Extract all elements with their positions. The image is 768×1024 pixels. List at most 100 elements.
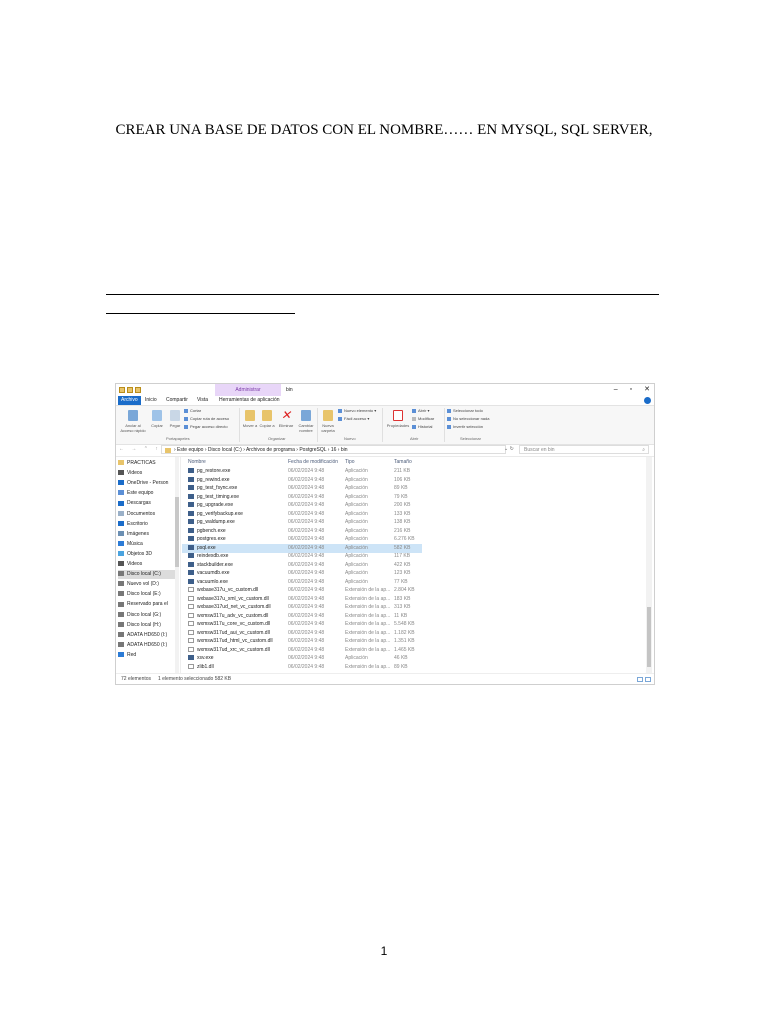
easy-access-button[interactable]: Fácil acceso ▾ [338,415,369,423]
minimize-button[interactable]: – [614,386,618,393]
underline-rule-long [106,294,659,295]
navigation-scrollbar[interactable] [175,457,179,673]
contextual-tab-manage[interactable]: Administrar [215,384,281,396]
file-list: Nombre Fecha de modificación Tipo Tamaño… [182,457,644,673]
sidebar-item[interactable]: Escritorio [118,520,176,529]
large-icons-view-icon[interactable] [645,677,651,682]
copy-to-icon [262,410,272,421]
edit-button[interactable]: Modificar [412,415,434,423]
delete-button[interactable]: ✕ Eliminar [277,409,295,428]
sidebar-item-label: Reservado para el [127,601,168,608]
column-header-name[interactable]: Nombre [188,458,206,466]
dll-file-icon [188,663,194,669]
application-icon [188,536,194,542]
paste-icon [170,410,180,421]
sidebar-item[interactable]: Este equipo [118,489,176,498]
rename-icon [301,410,311,421]
details-view-icon[interactable] [637,677,643,682]
sidebar-item[interactable]: Videos [118,469,176,478]
application-icon [188,468,194,474]
paste-button[interactable]: Pegar [167,410,183,428]
tab-share[interactable]: Compartir [163,396,191,405]
properties-button[interactable]: Propiedades [385,410,411,428]
sidebar-item[interactable]: Nuevo vol (D:) [118,580,176,589]
tab-file[interactable]: Archivo [118,396,141,405]
file-name-text: psql.exe [197,544,216,551]
file-name-text: zlib1.dll [197,663,214,670]
maximize-button[interactable]: ▫ [630,386,632,393]
ribbon-tabs: Archivo Inicio Compartir Vista Herramien… [116,396,654,405]
sidebar-item[interactable]: ADATA HD650 (I:) [118,641,176,650]
copy-to-button[interactable]: Copiar a [259,410,275,428]
cut-button[interactable]: Cortar [184,407,201,415]
document-heading: CREAR UNA BASE DE DATOS CON EL NOMBRE…… … [115,122,653,138]
sidebar-item[interactable]: Imágenes [118,530,176,539]
move-to-button[interactable]: Mover a [242,410,258,428]
sidebar-item[interactable]: Red [118,651,176,660]
column-header-type[interactable]: Tipo [345,458,355,466]
file-name-text: pgbench.exe [197,527,226,534]
sidebar-item-icon [118,490,124,496]
sidebar-item[interactable]: Descargas [118,499,176,508]
file-name-text: pg_test_timing.exe [197,493,239,500]
file-name-text: pg_test_fsync.exe [197,485,238,491]
file-name-text: wxmsw317ud_xrc_vc_custom.dll [197,646,270,653]
select-all-button[interactable]: Seleccionar todo [447,407,483,415]
close-button[interactable]: ✕ [644,386,650,393]
column-header-size[interactable]: Tamaño [394,458,412,466]
window-title: bin [286,387,293,393]
sidebar-item[interactable]: Reservado para el [118,600,176,609]
sidebar-item-label: Red [127,651,137,658]
sidebar-item[interactable]: Disco local (G:) [118,611,176,620]
sidebar-item[interactable]: Objetos 3D [118,550,176,559]
tab-view[interactable]: Vista [194,396,211,405]
sidebar-item[interactable]: OneDrive - Person [118,479,176,488]
quick-access-toolbar[interactable] [119,387,153,394]
application-icon [188,502,194,508]
sidebar-item-icon [118,581,124,587]
file-list-scrollbar[interactable] [646,457,652,673]
sidebar-item[interactable]: Disco local (E:) [118,590,176,599]
select-none-icon [447,416,451,421]
breadcrumb[interactable]: › Este equipo › Disco local (C:) › Archi… [161,445,506,454]
sidebar-item-label: Videos [127,561,143,567]
sidebar-item[interactable]: Documentos [118,510,176,519]
history-button[interactable]: Historial [412,423,432,431]
sidebar-item[interactable]: Música [118,540,176,549]
file-row[interactable]: zlib1.dll 06/02/2024 9:48 Extensión de la … [182,663,422,672]
copy-path-button[interactable]: Copiar ruta de acceso [184,415,229,423]
tab-home[interactable]: Inicio [142,396,160,405]
sidebar-item-icon [118,652,124,658]
file-name-text: vacuumlo.exe [197,578,228,585]
copy-button[interactable]: Copiar [148,410,166,428]
sidebar-item[interactable]: ADATA HD650 (I:) [118,631,176,640]
navigation-buttons[interactable]: ← → ⌃ ↑ [119,446,161,452]
rename-button[interactable]: Cambiar nombre [296,410,316,433]
breadcrumb-path: › Este equipo › Disco local (C:) › Archi… [174,447,348,453]
refresh-button[interactable]: ⌄ ↻ [504,445,514,454]
select-none-button[interactable]: No seleccionar nada [447,415,489,423]
tab-app-tools[interactable]: Herramientas de aplicación [216,396,283,405]
application-icon [188,544,194,550]
sidebar-item-icon [118,641,124,647]
paste-shortcut-button[interactable]: Pegar acceso directo [184,423,228,431]
new-folder-button[interactable]: Nueva carpeta [319,410,337,433]
select-all-icon [447,408,451,413]
pin-quick-access-button[interactable]: Anclar al Acceso rápido [120,410,146,433]
sidebar-item[interactable]: Disco local (H:) [118,621,176,630]
sidebar-item-icon [118,621,124,627]
sidebar-item[interactable]: Disco local (C:) [118,570,176,580]
help-icon[interactable] [644,397,651,404]
open-button[interactable]: Abrir ▾ [412,407,430,415]
sidebar-item-icon [118,520,124,526]
search-input[interactable]: Buscar en bin ⌕ [519,445,649,454]
sidebar-item[interactable]: PRACTICAS [118,459,176,468]
sidebar-item-label: Escritorio [127,520,148,527]
sidebar-item[interactable]: Videos [118,560,176,569]
edit-icon [412,416,416,421]
column-header-date[interactable]: Fecha de modificación [288,458,338,466]
dll-file-icon [188,587,194,593]
invert-selection-button[interactable]: Invertir selección [447,423,483,431]
file-name-text: wxbase317u_xml_vc_custom.dll [197,595,269,602]
new-item-button[interactable]: Nuevo elemento ▾ [338,407,376,415]
